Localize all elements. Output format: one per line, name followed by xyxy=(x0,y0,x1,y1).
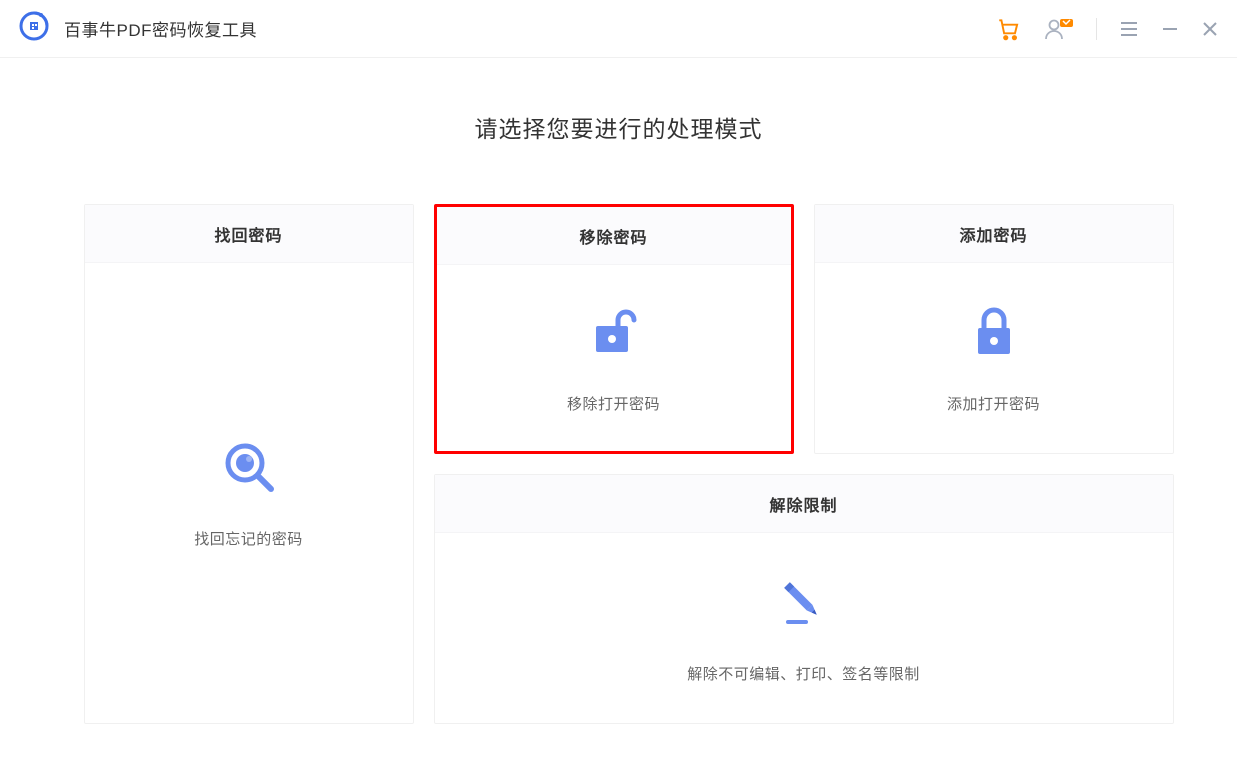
app-title: 百事牛PDF密码恢复工具 xyxy=(64,16,257,41)
menu-icon[interactable] xyxy=(1119,20,1139,38)
remove-card-title: 移除密码 xyxy=(437,207,791,265)
card-body: 移除打开密码 xyxy=(437,265,791,451)
main-content: 请选择您要进行的处理模式 找回密码 找回忘记的密码 移除密码 xyxy=(0,58,1237,724)
close-icon[interactable] xyxy=(1201,20,1219,38)
mode-grid: 找回密码 找回忘记的密码 移除密码 xyxy=(84,204,1154,724)
divider xyxy=(1096,18,1097,40)
remove-password-card[interactable]: 移除密码 移除打开密码 xyxy=(434,204,794,454)
minimize-icon[interactable] xyxy=(1161,20,1179,38)
card-body: 找回忘记的密码 xyxy=(85,263,413,723)
remove-restriction-card[interactable]: 解除限制 解除不可编辑、打印、签名等限制 xyxy=(434,474,1174,724)
restrict-card-title: 解除限制 xyxy=(435,475,1173,533)
recover-card-title: 找回密码 xyxy=(85,205,413,263)
app-logo-icon xyxy=(18,10,50,47)
remove-card-desc: 移除打开密码 xyxy=(567,393,660,414)
instruction-text: 请选择您要进行的处理模式 xyxy=(0,110,1237,144)
recover-password-card[interactable]: 找回密码 找回忘记的密码 xyxy=(84,204,414,724)
unlock-icon xyxy=(584,302,644,367)
logo-wrap: 百事牛PDF密码恢复工具 xyxy=(18,10,257,47)
titlebar-actions xyxy=(996,16,1219,42)
cart-icon[interactable] xyxy=(996,16,1022,42)
add-password-card[interactable]: 添加密码 添加打开密码 xyxy=(814,204,1174,454)
add-card-desc: 添加打开密码 xyxy=(947,393,1040,414)
pencil-icon xyxy=(774,572,834,637)
account-icon[interactable] xyxy=(1044,16,1074,42)
lock-icon xyxy=(964,302,1024,367)
titlebar: 百事牛PDF密码恢复工具 xyxy=(0,0,1237,58)
restrict-card-desc: 解除不可编辑、打印、签名等限制 xyxy=(687,663,920,684)
recover-card-desc: 找回忘记的密码 xyxy=(194,528,303,549)
card-body: 解除不可编辑、打印、签名等限制 xyxy=(435,533,1173,723)
card-body: 添加打开密码 xyxy=(815,263,1173,453)
search-icon xyxy=(219,437,279,502)
add-card-title: 添加密码 xyxy=(815,205,1173,263)
